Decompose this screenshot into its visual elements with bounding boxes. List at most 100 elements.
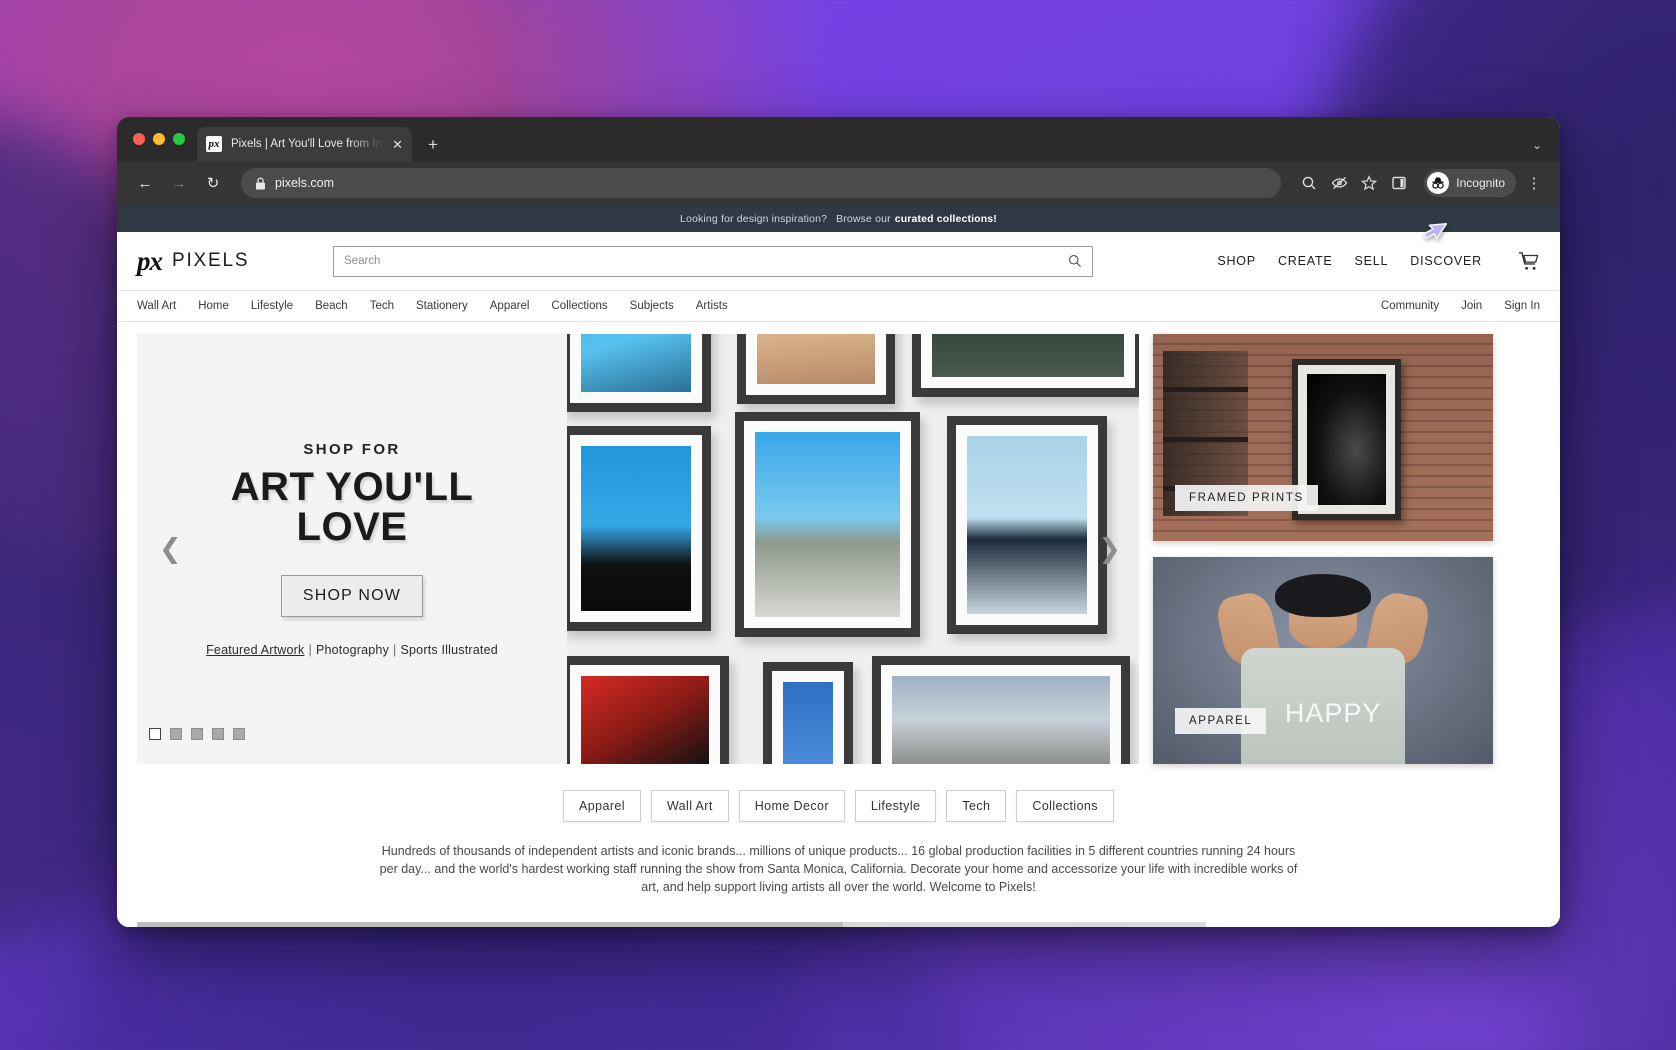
chip-home-decor[interactable]: Home Decor [738,790,845,822]
search-icon[interactable] [1068,254,1082,268]
new-tab-button[interactable]: + [428,136,438,153]
window-controls [133,117,197,161]
maximize-window-button[interactable] [173,133,185,145]
hero-scrollbar-thumb[interactable] [137,922,843,927]
forward-button[interactable]: → [165,169,193,197]
zoom-out-icon[interactable] [1295,169,1323,197]
catnav-community[interactable]: Community [1381,300,1439,312]
gallery-frame-2 [737,334,895,404]
tshirt-graphic-text: HAPPY [1284,697,1382,728]
promo-prefix: Browse our [836,212,891,225]
category-nav: Wall Art Home Lifestyle Beach Tech Stati… [117,290,1560,322]
browser-toolbar: ← → ↻ pixels.com Incognito ⋮ [117,161,1560,205]
eye-off-icon[interactable] [1325,169,1353,197]
search-box[interactable] [333,245,1093,277]
site-header: px PIXELS SHOP CREATE SELL DISCOVER [117,232,1560,290]
browser-tab[interactable]: px Pixels | Art You'll Love from Ind ✕ [197,127,412,161]
catnav-lifestyle[interactable]: Lifestyle [251,300,293,312]
gallery-frame-4 [567,426,711,631]
chip-collections[interactable]: Collections [1016,790,1114,822]
minimize-window-button[interactable] [153,133,165,145]
hero-link-sports-illustrated[interactable]: Sports Illustrated [400,643,497,657]
catnav-apparel[interactable]: Apparel [490,300,530,312]
back-button[interactable]: ← [131,169,159,197]
category-chips: Apparel Wall Art Home Decor Lifestyle Te… [117,790,1560,822]
hero-carousel: SHOP FOR ART YOU'LL LOVE SHOP NOW Featur… [137,334,1139,764]
catnav-artists[interactable]: Artists [696,300,728,312]
carousel-indicators [149,728,245,740]
gallery-frame-1 [567,334,711,412]
hero-gallery-image: ❯ [567,334,1139,764]
promo-link[interactable]: curated collections! [895,213,997,225]
cart-icon[interactable] [1518,251,1540,271]
gallery-frame-8 [763,662,853,764]
tab-title: Pixels | Art You'll Love from Ind [231,138,384,150]
hero-link-photography[interactable]: Photography [316,643,389,657]
search-input[interactable] [344,255,1062,267]
catnav-beach[interactable]: Beach [315,300,348,312]
category-nav-left: Wall Art Home Lifestyle Beach Tech Stati… [137,300,728,312]
hero-scrollbar[interactable] [137,922,1206,927]
reload-button[interactable]: ↻ [199,169,227,197]
hero-link-featured-artwork[interactable]: Featured Artwork [206,643,304,657]
browser-menu-button[interactable]: ⋮ [1522,174,1546,192]
brand-mark: px [137,245,163,276]
main-content: SHOP FOR ART YOU'LL LOVE SHOP NOW Featur… [117,322,1560,764]
nav-sell[interactable]: SELL [1355,254,1389,268]
profile-label: Incognito [1456,176,1505,190]
lock-icon [256,176,265,189]
chip-apparel[interactable]: Apparel [563,790,641,822]
catnav-collections[interactable]: Collections [551,300,607,312]
nav-discover[interactable]: DISCOVER [1410,254,1482,268]
incognito-icon [1427,172,1450,194]
hero-headline-line1: ART YOU'LL [230,465,474,509]
nav-create[interactable]: CREATE [1278,254,1333,268]
brand-wordmark: PIXELS [172,250,250,271]
hero-text-panel: SHOP FOR ART YOU'LL LOVE SHOP NOW Featur… [137,334,567,764]
gallery-frame-7 [567,656,729,764]
tab-favicon: px [206,136,222,152]
chip-lifestyle[interactable]: Lifestyle [854,790,937,822]
tab-strip: px Pixels | Art You'll Love from Ind ✕ +… [117,117,1560,161]
carousel-dot-5[interactable] [233,728,245,740]
catnav-stationery[interactable]: Stationery [416,300,468,312]
catnav-join[interactable]: Join [1461,300,1482,312]
browser-window: px Pixels | Art You'll Love from Ind ✕ +… [117,117,1560,927]
gallery-frame-3 [912,334,1139,397]
catnav-wall-art[interactable]: Wall Art [137,300,176,312]
side-panel-icon[interactable] [1385,169,1413,197]
address-bar[interactable]: pixels.com [241,168,1282,198]
close-tab-icon[interactable]: ✕ [392,138,403,151]
card-framed-prints[interactable]: FRAMED PRINTS [1153,334,1493,541]
star-icon[interactable] [1355,169,1383,197]
page-viewport: Looking for design inspiration? Browse o… [117,205,1560,927]
brand-logo[interactable]: px PIXELS [137,246,333,277]
about-blurb: Hundreds of thousands of independent art… [379,844,1298,895]
chip-tech[interactable]: Tech [946,790,1007,822]
catnav-home[interactable]: Home [198,300,229,312]
carousel-dot-3[interactable] [191,728,203,740]
carousel-dot-1[interactable] [149,728,161,740]
chevron-down-icon[interactable]: ⌄ [1532,138,1542,152]
shop-now-button[interactable]: SHOP NOW [281,575,423,617]
profile-chip[interactable]: Incognito [1424,169,1516,197]
nav-shop[interactable]: SHOP [1217,254,1256,268]
hero-link-separator-1: | [308,643,312,657]
hero-link-separator-2: | [393,643,397,657]
close-window-button[interactable] [133,133,145,145]
card-tag-framed-prints: FRAMED PRINTS [1175,485,1318,511]
catnav-tech[interactable]: Tech [370,300,394,312]
hero-headline: ART YOU'LL LOVE [231,467,474,547]
catnav-sign-in[interactable]: Sign In [1504,300,1540,312]
catnav-subjects[interactable]: Subjects [630,300,674,312]
carousel-next-button[interactable]: ❯ [1098,534,1121,565]
url-text: pixels.com [275,176,335,190]
carousel-dot-2[interactable] [170,728,182,740]
primary-nav: SHOP CREATE SELL DISCOVER [1217,254,1492,268]
card-apparel[interactable]: HAPPY APPAREL [1153,557,1493,764]
carousel-dot-4[interactable] [212,728,224,740]
hero-eyebrow: SHOP FOR [303,441,401,458]
carousel-prev-button[interactable]: ❮ [159,534,182,565]
chip-wall-art[interactable]: Wall Art [650,790,729,822]
promo-banner: Looking for design inspiration? Browse o… [117,205,1560,232]
